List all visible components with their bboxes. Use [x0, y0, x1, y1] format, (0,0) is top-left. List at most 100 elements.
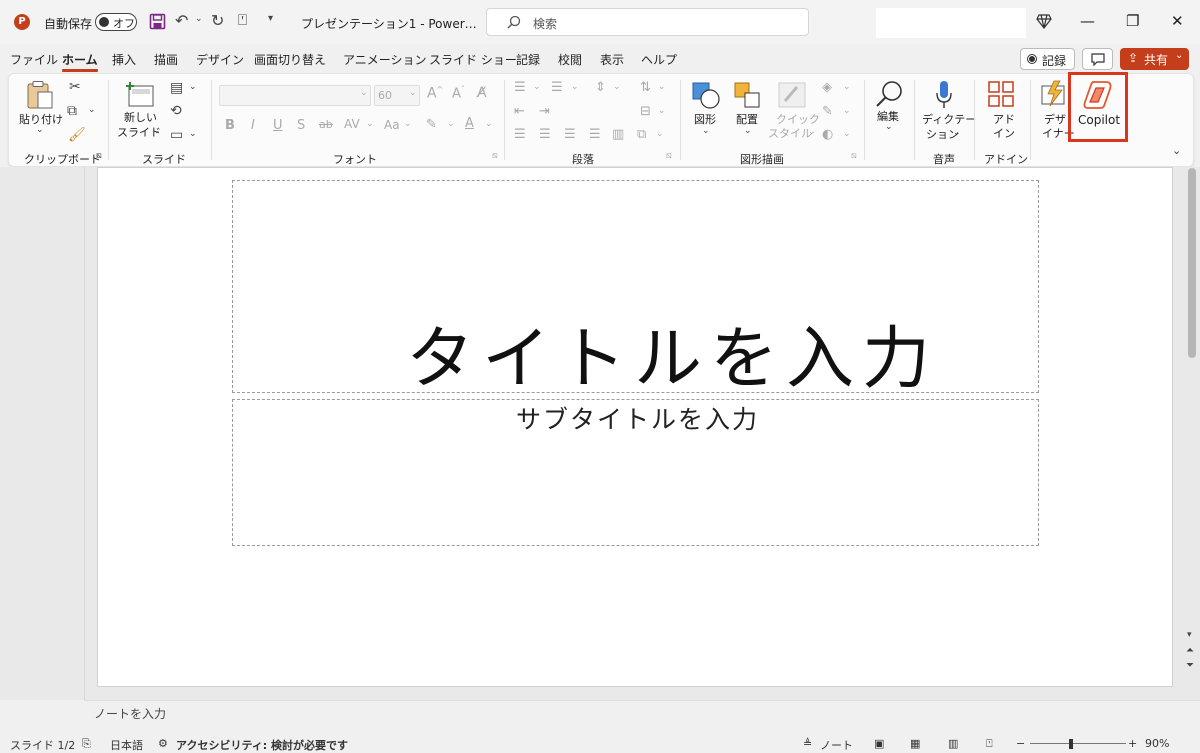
record-button[interactable]: 記録 — [1020, 48, 1075, 70]
bullets-icon[interactable]: ☰ — [514, 80, 526, 95]
zoom-level[interactable]: 90% — [1145, 737, 1169, 750]
highlight-chevron-icon[interactable]: ⌄ — [447, 119, 455, 129]
notes-toggle-icon[interactable]: ≜ — [803, 737, 812, 750]
accessibility-status[interactable]: アクセシビリティ: 検討が必要です — [176, 737, 348, 753]
subtitle-placeholder[interactable]: サブタイトルを入力 — [232, 399, 1039, 546]
line-spacing-chevron-icon[interactable]: ⌄ — [613, 82, 621, 92]
section-icon[interactable]: ▭ — [170, 127, 183, 143]
font-size-dropdown[interactable]: 60 ⌄ — [374, 85, 420, 106]
close-icon[interactable]: ✕ — [1171, 12, 1184, 30]
numbering-chevron-icon[interactable]: ⌄ — [571, 82, 579, 92]
shapes-button[interactable]: 図形 ⌄ — [688, 78, 724, 140]
tab-view[interactable]: 表示 — [600, 51, 624, 68]
underline-icon[interactable]: U — [273, 118, 283, 133]
tab-draw[interactable]: 描画 — [154, 51, 178, 68]
italic-icon[interactable]: I — [251, 118, 255, 133]
zoom-slider[interactable] — [1030, 743, 1126, 744]
shape-fill-icon[interactable]: ◈ — [822, 80, 832, 95]
line-spacing-icon[interactable]: ⇕ — [595, 80, 606, 95]
slide-counter[interactable]: スライド 1/2 — [10, 737, 75, 753]
shrink-font-icon[interactable]: Aˇ — [452, 85, 465, 101]
tab-transitions[interactable]: 画面切り替え — [254, 51, 326, 68]
arrange-button[interactable]: 配置 ⌄ — [730, 78, 766, 140]
undo-icon[interactable]: ↶ — [175, 11, 188, 30]
columns-icon[interactable]: ▥ — [612, 127, 624, 142]
undo-dropdown-chevron-icon[interactable]: ⌄ — [195, 14, 203, 24]
spacing-chevron-icon[interactable]: ⌄ — [366, 119, 374, 129]
next-slide-icon[interactable]: ⏷ — [1186, 660, 1194, 671]
tab-slideshow[interactable]: スライド ショー — [429, 51, 517, 68]
drawing-launcher-icon[interactable]: ⧅ — [851, 151, 857, 161]
align-text-chevron-icon[interactable]: ⌄ — [658, 106, 666, 116]
grow-font-icon[interactable]: A^ — [427, 85, 443, 102]
addins-button[interactable]: アド イン — [981, 78, 1021, 142]
tab-help[interactable]: ヘルプ — [641, 51, 677, 68]
previous-slide-icon[interactable]: ⏶ — [1186, 645, 1194, 656]
notes-pane[interactable] — [84, 700, 1200, 731]
align-right-icon[interactable]: ☰ — [564, 127, 576, 142]
shape-outline-chevron-icon[interactable]: ⌄ — [843, 106, 851, 116]
smartart-chevron-icon[interactable]: ⌄ — [656, 129, 664, 139]
paste-button[interactable]: 貼り付け ⌄ — [16, 80, 63, 142]
present-from-start-icon[interactable]: ⍞ — [238, 11, 247, 29]
tab-design[interactable]: デザイン — [196, 51, 244, 68]
cut-icon[interactable]: ✂ — [69, 79, 81, 95]
font-launcher-icon[interactable]: ⧅ — [492, 151, 498, 161]
align-center-icon[interactable]: ☰ — [539, 127, 551, 142]
dictate-button[interactable]: ディクテー ション ⌄ — [920, 78, 976, 144]
clear-formatting-icon[interactable]: A̸ — [477, 85, 487, 101]
section-chevron-icon[interactable]: ⌄ — [189, 129, 197, 139]
account-area[interactable] — [876, 8, 1026, 38]
zoom-in-icon[interactable]: + — [1128, 737, 1137, 750]
premium-diamond-icon[interactable] — [1036, 13, 1052, 29]
shape-fill-chevron-icon[interactable]: ⌄ — [843, 82, 851, 92]
accessibility-icon[interactable]: ⚙ — [158, 737, 168, 750]
font-color-chevron-icon[interactable]: ⌄ — [485, 119, 493, 129]
case-chevron-icon[interactable]: ⌄ — [404, 119, 412, 129]
scrollbar-thumb[interactable] — [1188, 168, 1196, 358]
layout-icon[interactable]: ▤ — [170, 80, 183, 96]
bullets-chevron-icon[interactable]: ⌄ — [533, 82, 541, 92]
save-icon[interactable] — [149, 13, 166, 30]
smartart-icon[interactable]: ⧉ — [637, 127, 646, 142]
reading-view-icon[interactable]: ▥ — [948, 737, 958, 750]
strikethrough-icon[interactable]: ab — [319, 118, 333, 131]
editing-button[interactable]: 編集 ⌄ — [871, 78, 907, 140]
shape-effects-icon[interactable]: ◐ — [822, 127, 833, 142]
copy-chevron-icon[interactable]: ⌄ — [88, 105, 96, 115]
shape-effects-chevron-icon[interactable]: ⌄ — [843, 129, 851, 139]
title-placeholder[interactable]: タイトルを入力 — [232, 180, 1039, 399]
tab-file[interactable]: ファイル — [10, 51, 58, 68]
character-spacing-icon[interactable]: AV — [344, 117, 360, 131]
tab-insert[interactable]: 挿入 — [112, 51, 136, 68]
copy-icon[interactable]: ⧉ — [67, 103, 77, 119]
format-painter-icon[interactable]: 🖌 — [68, 127, 86, 143]
quick-styles-button[interactable]: クイック スタイル ⌄ — [767, 78, 820, 142]
slide-sorter-icon[interactable]: ▦ — [910, 737, 920, 750]
paragraph-launcher-icon[interactable]: ⧅ — [666, 151, 672, 161]
justify-icon[interactable]: ☰ — [589, 127, 601, 142]
font-color-icon[interactable]: A — [465, 116, 474, 131]
new-slide-button[interactable]: 新しい スライド ⌄ — [116, 80, 164, 144]
search-box[interactable]: 検索 — [486, 8, 809, 36]
normal-view-icon[interactable]: ▣ — [874, 737, 884, 750]
redo-icon[interactable]: ↻ — [211, 11, 224, 30]
text-direction-chevron-icon[interactable]: ⌄ — [658, 82, 666, 92]
autosave-toggle[interactable]: オフ — [95, 13, 137, 31]
clipboard-launcher-icon[interactable]: ⧅ — [96, 151, 102, 161]
bold-icon[interactable]: B — [225, 118, 235, 133]
tab-home[interactable]: ホーム — [62, 51, 98, 72]
tab-record[interactable]: 記録 — [516, 51, 540, 68]
text-direction-icon[interactable]: ⇅ — [640, 80, 651, 95]
share-button[interactable]: ⇪ 共有 ⌄ — [1120, 48, 1189, 70]
zoom-slider-thumb[interactable] — [1069, 739, 1073, 749]
language-indicator[interactable]: 日本語 — [110, 737, 143, 753]
minimize-icon[interactable]: — — [1080, 12, 1095, 30]
tab-review[interactable]: 校閲 — [558, 51, 582, 68]
increase-indent-icon[interactable]: ⇥ — [539, 104, 550, 119]
numbering-icon[interactable]: ☰ — [551, 80, 563, 95]
reset-slide-icon[interactable]: ⟲ — [170, 103, 182, 119]
comments-button[interactable] — [1082, 48, 1113, 70]
designer-button[interactable]: デザ イナー — [1036, 78, 1075, 142]
font-family-dropdown[interactable]: ⌄ — [219, 85, 371, 106]
